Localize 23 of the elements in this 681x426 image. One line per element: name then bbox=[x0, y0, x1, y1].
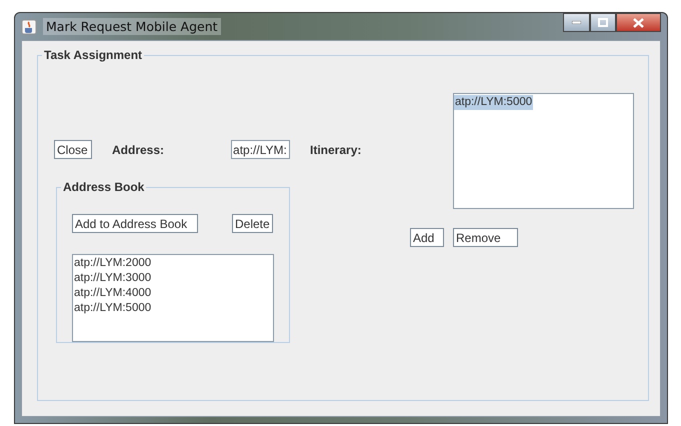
address-label: Address: bbox=[112, 142, 164, 156]
minimize-icon bbox=[572, 21, 581, 24]
list-item[interactable]: atp://LYM:2000 bbox=[73, 256, 152, 271]
list-item[interactable]: atp://LYM:5000 bbox=[73, 301, 152, 316]
list-item[interactable]: atp://LYM:5000 bbox=[454, 95, 534, 110]
panel-title: Address Book bbox=[61, 180, 146, 194]
address-field[interactable]: atp://LYM: bbox=[231, 140, 290, 159]
panel-title: Task Assignment bbox=[42, 48, 144, 62]
cup-icon bbox=[21, 18, 37, 34]
list-item[interactable]: atp://LYM:3000 bbox=[73, 271, 152, 286]
list-item[interactable]: atp://LYM:4000 bbox=[73, 286, 152, 301]
add-button[interactable]: Add bbox=[410, 228, 444, 247]
maximize-icon bbox=[598, 18, 608, 27]
window-title: Mark Request Mobile Agent bbox=[43, 18, 221, 35]
close-button[interactable]: Close bbox=[54, 140, 92, 159]
minimize-button[interactable] bbox=[563, 13, 590, 32]
maximize-button[interactable] bbox=[590, 13, 616, 32]
remove-button[interactable]: Remove bbox=[453, 228, 518, 247]
delete-button[interactable]: Delete bbox=[232, 214, 273, 233]
add-to-address-book-button[interactable]: Add to Address Book bbox=[72, 214, 198, 233]
close-icon bbox=[633, 18, 644, 28]
close-button[interactable] bbox=[616, 13, 661, 32]
itinerary-label: Itinerary: bbox=[310, 142, 362, 156]
